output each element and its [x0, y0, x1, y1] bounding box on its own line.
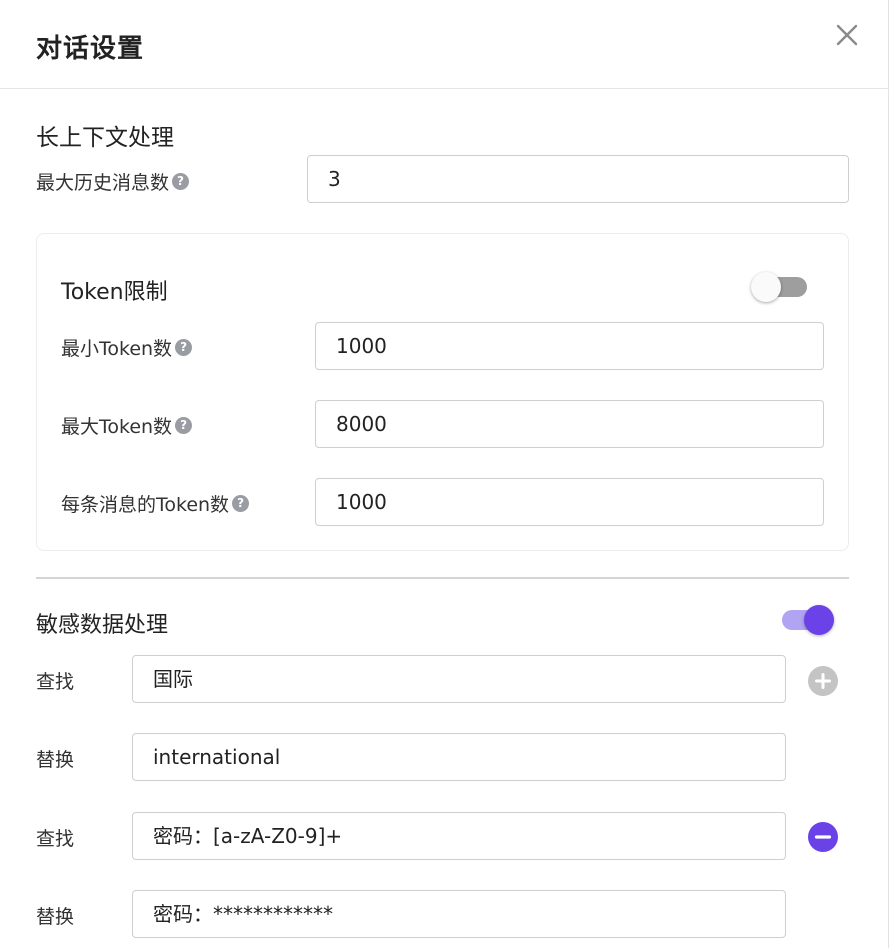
context-section-title: 长上下文处理 — [36, 125, 174, 151]
help-icon[interactable]: ? — [172, 173, 190, 190]
find-label: 查找 — [36, 671, 75, 693]
replace-input[interactable]: 密码：************ — [132, 890, 786, 938]
token-limit-title: Token限制 — [61, 280, 168, 305]
per-message-token-label-text: 每条消息的Token数 — [61, 494, 230, 516]
dialog-title: 对话设置 — [36, 34, 145, 64]
min-token-label: 最小Token数 ? — [61, 334, 193, 361]
min-token-label-text: 最小Token数 — [61, 338, 173, 360]
replace-label: 替换 — [36, 749, 75, 771]
help-icon[interactable]: ? — [175, 417, 193, 434]
remove-circle-icon[interactable] — [808, 822, 838, 852]
max-history-label-text: 最大历史消息数 — [36, 172, 170, 194]
toggle-knob — [804, 605, 834, 635]
help-icon[interactable]: ? — [232, 495, 250, 512]
toggle-knob — [751, 272, 781, 302]
dialog-header: 对话设置 — [0, 0, 889, 89]
max-history-label: 最大历史消息数 ? — [36, 168, 190, 195]
max-history-input[interactable]: 3 — [307, 155, 849, 203]
find-input[interactable]: 国际 — [132, 655, 786, 703]
help-icon[interactable]: ? — [175, 339, 193, 356]
per-message-token-input[interactable]: 1000 — [315, 478, 824, 526]
sensitive-data-title: 敏感数据处理 — [36, 613, 169, 638]
max-token-input[interactable]: 8000 — [315, 400, 824, 448]
per-message-token-label: 每条消息的Token数 ? — [61, 490, 250, 517]
token-limit-toggle[interactable] — [751, 272, 809, 302]
replace-input[interactable]: international — [132, 733, 786, 781]
find-input[interactable]: 密码：[a-zA-Z0-9]+ — [132, 812, 786, 860]
max-token-label: 最大Token数 ? — [61, 412, 193, 439]
find-label: 查找 — [36, 828, 75, 850]
add-circle-icon[interactable] — [808, 666, 838, 696]
max-token-label-text: 最大Token数 — [61, 416, 173, 438]
dialog: 对话设置 长上下文处理 最大历史消息数 ? 3 Token限制 最小Token数… — [0, 0, 889, 948]
section-divider — [36, 577, 849, 579]
replace-label: 替换 — [36, 906, 75, 928]
min-token-input[interactable]: 1000 — [315, 322, 824, 370]
close-icon[interactable] — [832, 20, 862, 50]
sensitive-data-toggle[interactable] — [778, 605, 836, 635]
